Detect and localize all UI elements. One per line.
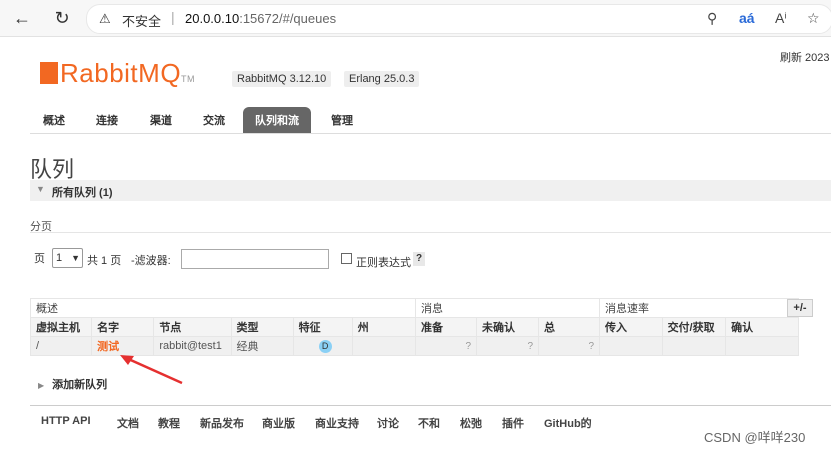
page-label: 页 <box>34 253 45 265</box>
key-icon[interactable]: ⚲ <box>707 10 717 27</box>
browser-toolbar: ← ↻ ⚠ 不安全 | 20.0.0.10:15672/#/queues ⚲ a… <box>0 0 831 37</box>
durable-badge[interactable]: D <box>318 339 332 353</box>
col-ready[interactable]: 准备 <box>415 317 477 337</box>
col-unacked[interactable]: 未确认 <box>476 317 539 337</box>
tab-queues[interactable]: 队列和流 <box>243 107 311 133</box>
warning-icon: ⚠ <box>99 11 111 26</box>
toggle-columns-button[interactable]: +/- <box>787 299 813 317</box>
cell-unacked: ? <box>476 336 539 356</box>
divider <box>30 232 831 233</box>
footer-link-tutorials[interactable]: 教程 <box>158 415 180 431</box>
page-select[interactable]: 1 ▼ <box>52 248 83 268</box>
col-type[interactable]: 类型 <box>230 317 294 337</box>
red-arrow-annotation <box>120 355 183 385</box>
footer-link-support[interactable]: 商业支持 <box>315 415 359 431</box>
expand-triangle-icon: ▶ <box>38 381 45 390</box>
collapse-triangle-icon: ▼ <box>36 184 45 194</box>
footer-link-releases[interactable]: 新品发布 <box>200 415 244 431</box>
footer-link-discussions[interactable]: 讨论 <box>377 415 399 431</box>
footer-link-github[interactable]: GitHub的 <box>544 415 592 431</box>
footer-link-discord[interactable]: 不和 <box>418 415 440 431</box>
regex-help-button[interactable]: ? <box>413 252 425 266</box>
back-arrow-icon[interactable]: ← <box>12 8 32 28</box>
footer-link-docs[interactable]: 文档 <box>117 415 139 431</box>
add-queue-section[interactable]: ▶ 添加新队列 <box>38 376 107 392</box>
tab-connections[interactable]: 连接 <box>88 107 126 133</box>
insecure-label: 不安全 <box>122 14 162 29</box>
erlang-version: Erlang 25.0.3 <box>344 71 420 87</box>
col-vhost[interactable]: 虚拟主机 <box>29 317 93 337</box>
watermark: CSDN @咩咩230 <box>704 430 806 445</box>
section-title: 所有队列 (1) <box>52 187 113 199</box>
main-tabs: 概述 连接 渠道 交流 队列和流 管理 <box>30 107 831 134</box>
col-name[interactable]: 名字 <box>91 317 155 337</box>
filter-input[interactable] <box>181 249 329 269</box>
footer-link-http-api[interactable]: HTTP API <box>41 415 91 427</box>
rabbitmq-version: RabbitMQ 3.12.10 <box>232 71 332 87</box>
col-deliver-get[interactable]: 交付/获取 <box>661 317 727 337</box>
regex-label: 正则表达式 <box>356 257 411 269</box>
regex-checkbox[interactable] <box>341 253 352 264</box>
col-incoming[interactable]: 传入 <box>599 317 663 337</box>
cell-ack <box>725 336 799 356</box>
cell-state <box>351 336 417 356</box>
url-text[interactable]: 20.0.0.10:15672/#/queues <box>185 11 336 26</box>
cell-deliver <box>661 336 727 356</box>
translate-icon[interactable]: aá <box>739 10 755 26</box>
col-features[interactable]: 特征 <box>292 317 353 337</box>
group-message-rates: 消息速率 <box>599 298 799 318</box>
total-pages: 共 1 页 <box>87 255 122 267</box>
refresh-label[interactable]: 刷新 2023 <box>780 49 830 65</box>
cell-total: ? <box>538 336 600 356</box>
footer-link-plugins[interactable]: 插件 <box>502 415 524 431</box>
cell-ready: ? <box>415 336 477 356</box>
tab-exchanges[interactable]: 交流 <box>195 107 233 133</box>
col-node[interactable]: 节点 <box>153 317 232 337</box>
footer-link-slack[interactable]: 松弛 <box>460 415 482 431</box>
cell-features: D <box>292 336 353 356</box>
tab-overview[interactable]: 概述 <box>36 107 72 133</box>
footer-divider <box>30 405 831 406</box>
filter-label: -滤波器: <box>131 255 171 267</box>
filter-row: 页 <box>34 250 45 266</box>
col-total[interactable]: 总 <box>538 317 600 337</box>
tab-admin[interactable]: 管理 <box>323 107 361 133</box>
cell-incoming <box>599 336 663 356</box>
group-messages: 消息 <box>415 298 600 318</box>
col-state[interactable]: 州 <box>351 317 417 337</box>
footer-link-commercial[interactable]: 商业版 <box>262 415 295 431</box>
group-overview: 概述 <box>30 298 416 318</box>
address-bar[interactable]: ⚠ 不安全 | 20.0.0.10:15672/#/queues ⚲ aá Aⁱ… <box>86 4 831 34</box>
col-ack[interactable]: 确认 <box>725 317 799 337</box>
read-aloud-icon[interactable]: Aⁱ <box>775 10 787 27</box>
cell-type: 经典 <box>230 336 294 356</box>
favorite-icon[interactable]: ☆ <box>807 10 820 27</box>
address-separator: | <box>171 9 175 25</box>
reload-icon[interactable]: ↻ <box>52 8 72 28</box>
cell-vhost: / <box>29 336 93 356</box>
all-queues-section[interactable]: ▼ 所有队列 (1) <box>30 180 831 201</box>
rabbitmq-logo[interactable]: RabbitMQTM <box>40 58 195 89</box>
chevron-down-icon: ▼ <box>71 253 80 263</box>
tab-channels[interactable]: 渠道 <box>142 107 180 133</box>
queues-table: 概述 消息 消息速率 虚拟主机 名字 节点 类型 特征 州 准备 未确认 总 传… <box>29 298 799 356</box>
